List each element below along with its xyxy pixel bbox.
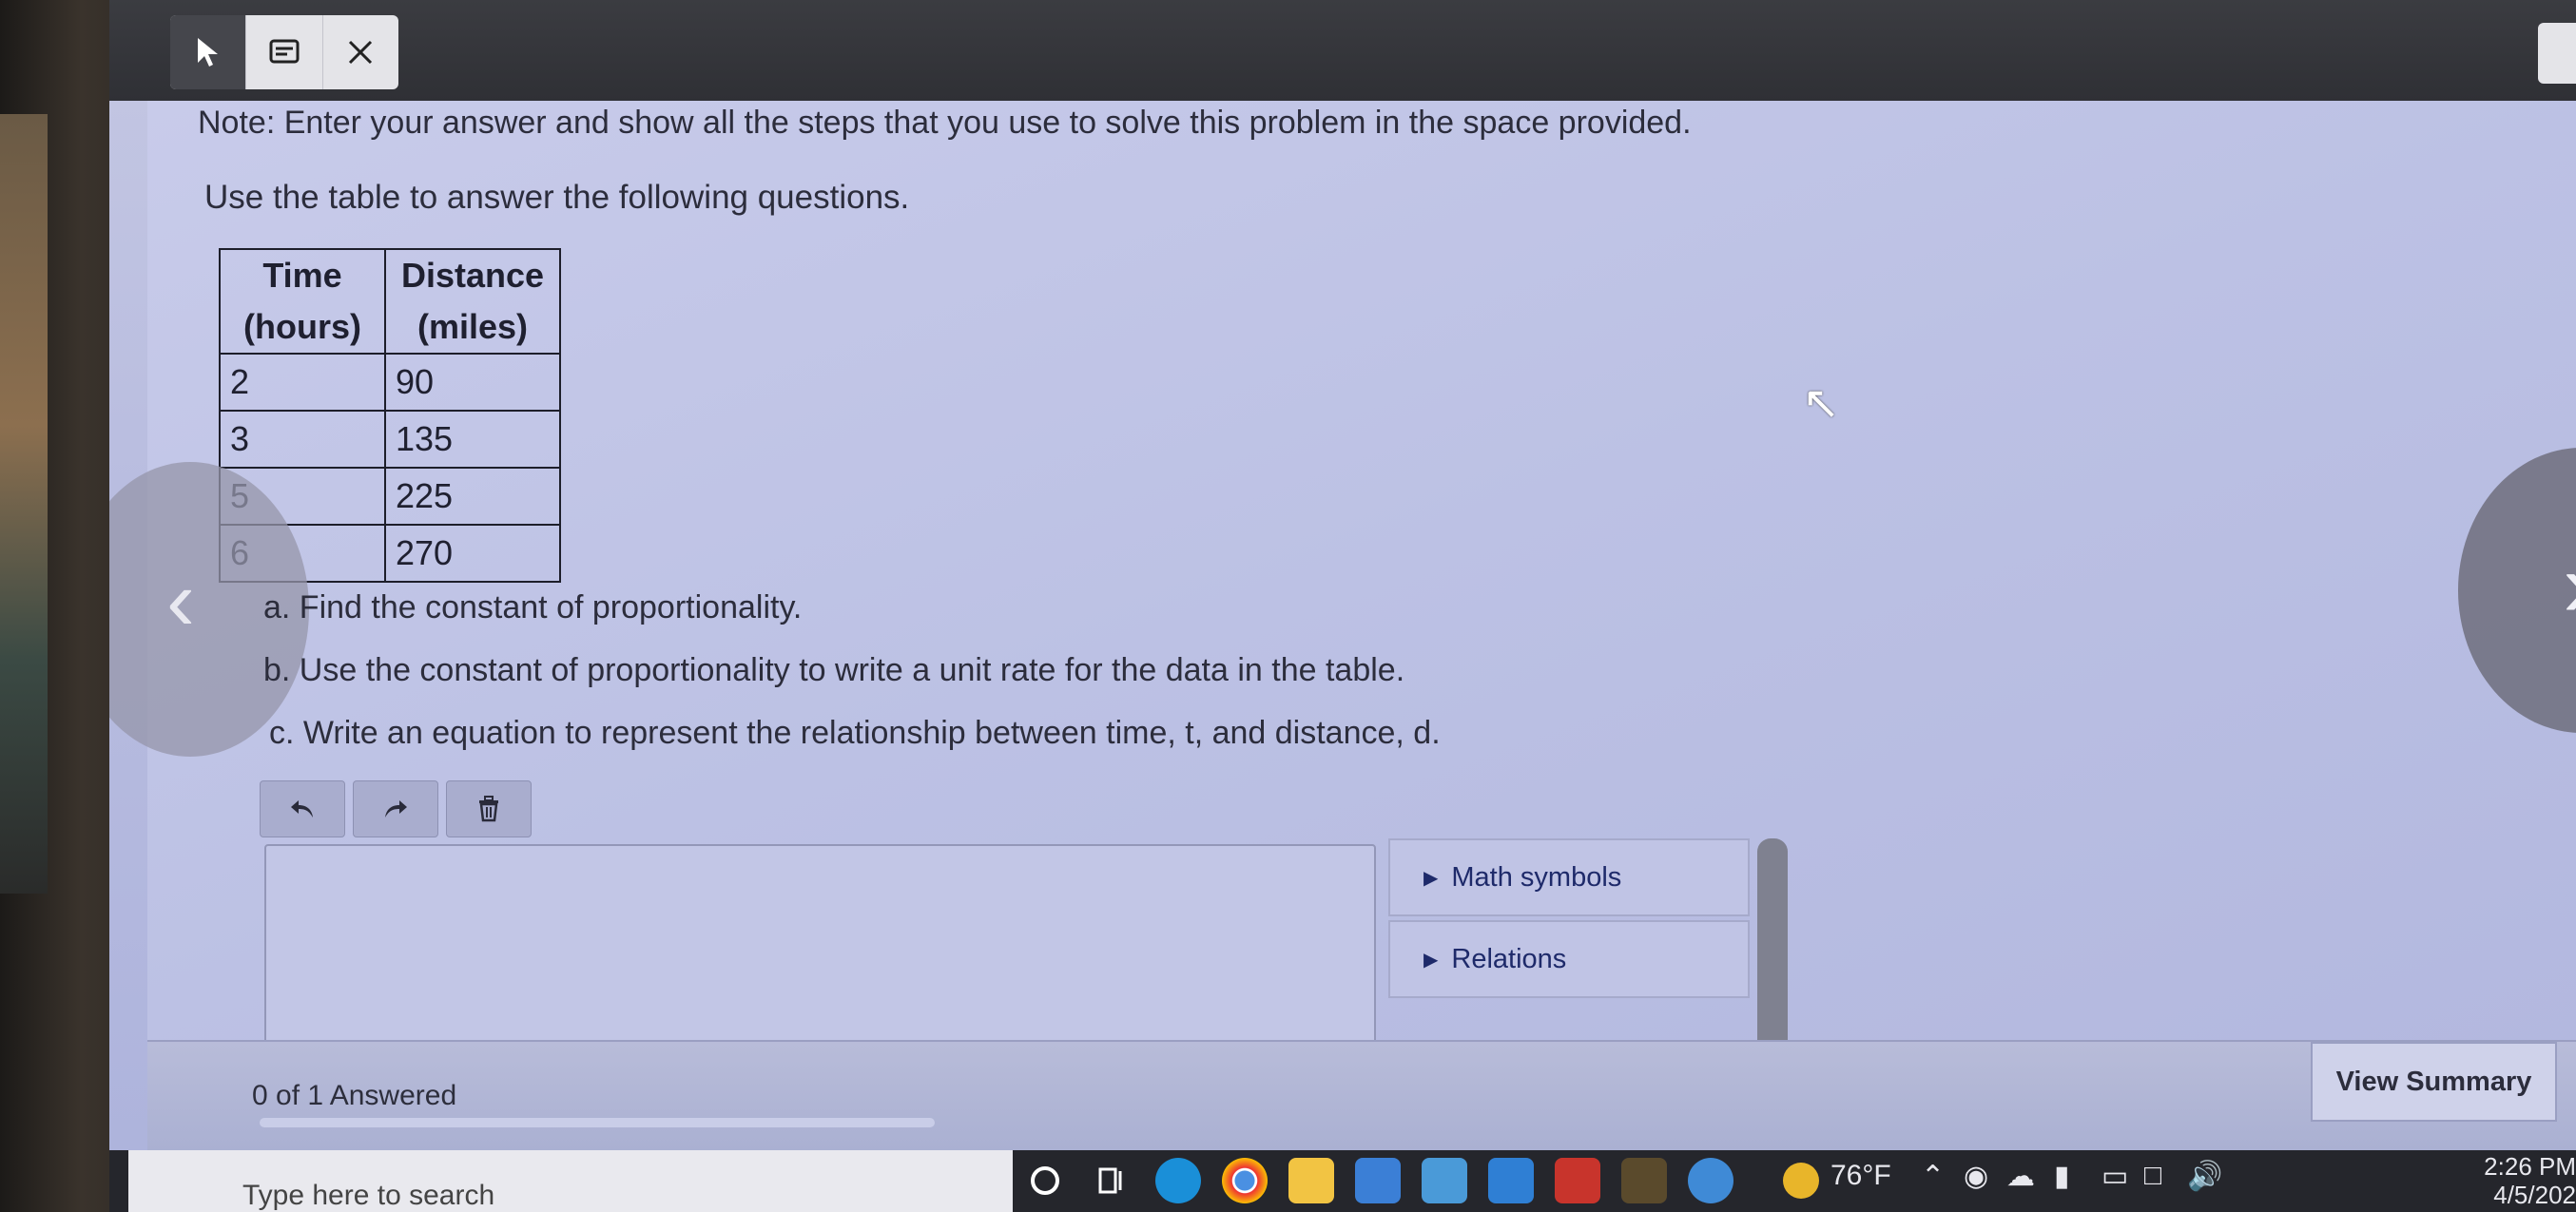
edge-icon[interactable] [1155, 1158, 1201, 1203]
triangle-right-icon: ▶ [1424, 867, 1439, 889]
table-cell: 135 [384, 410, 561, 469]
editor-toolbar [260, 780, 532, 837]
chrome-icon[interactable] [1222, 1158, 1268, 1203]
chevron-left-icon: ‹ [166, 553, 195, 648]
notes-icon [269, 39, 300, 64]
cortana-icon[interactable] [1022, 1158, 1068, 1203]
volume-icon[interactable]: 🔊 [2187, 1160, 2222, 1193]
answered-count: 0 of 1 Answered [252, 1080, 457, 1111]
task-view-icon[interactable] [1089, 1158, 1134, 1203]
next-question-button[interactable]: › [2458, 448, 2576, 733]
office-icon[interactable] [1422, 1158, 1467, 1203]
search-app-icon[interactable] [1688, 1158, 1733, 1203]
store-icon[interactable] [1355, 1158, 1401, 1203]
weather-icon[interactable] [1783, 1163, 1819, 1199]
table-header-distance: Distance (miles) [384, 248, 561, 355]
clock-date: 4/5/202 [2493, 1181, 2576, 1209]
relations-panel-toggle[interactable]: ▶ Relations [1388, 920, 1750, 998]
table-header-time: Time (hours) [219, 248, 386, 355]
pointer-tool-button[interactable] [170, 15, 247, 89]
question-part-b: b. Use the constant of proportionality t… [263, 652, 1405, 688]
mouse-cursor-icon: ↖ [1802, 378, 1841, 429]
redo-button[interactable] [353, 780, 438, 837]
question-part-c: c. Write an equation to represent the re… [269, 715, 1441, 751]
table-header-row: Time (hours) Distance (miles) [219, 248, 561, 355]
redo-icon [385, 800, 407, 818]
table-cell: 225 [384, 467, 561, 526]
footer-bar: 0 of 1 Answered View Summary [147, 1040, 2576, 1152]
question-area: Note: Enter your answer and show all the… [109, 101, 2576, 1067]
app-icon[interactable] [1621, 1158, 1667, 1203]
taskbar-clock[interactable]: 2:26 PM 4/5/202 [2462, 1152, 2576, 1209]
onedrive-icon[interactable]: ☁ [2006, 1160, 2035, 1193]
undo-button[interactable] [260, 780, 345, 837]
answer-input-area[interactable] [264, 844, 1376, 1067]
wd-icon[interactable]: ▮ [2054, 1160, 2070, 1193]
notes-tool-button[interactable] [246, 15, 323, 89]
trash-icon [479, 796, 498, 822]
screen: Note: Enter your answer and show all the… [109, 0, 2576, 1212]
question-part-a: a. Find the constant of proportionality. [263, 589, 803, 625]
chevron-right-icon: › [2563, 533, 2576, 638]
tool-group [170, 15, 398, 89]
symbol-panel-scrollbar[interactable] [1757, 838, 1788, 1067]
symbol-panel: ▶ Math symbols ▶ Relations [1388, 838, 1750, 1002]
meet-now-icon[interactable]: ◉ [1964, 1160, 1988, 1193]
file-explorer-icon[interactable] [1288, 1158, 1334, 1203]
windows-taskbar: Type here to search 76°F ⌃ ◉ ☁ ▮ ▭ □ 🔊 2… [109, 1150, 2576, 1212]
pointer-icon [197, 38, 218, 67]
delete-button[interactable] [446, 780, 532, 837]
undo-icon [291, 800, 313, 818]
top-toolbar [109, 0, 2576, 101]
mail-icon[interactable] [1488, 1158, 1534, 1203]
close-icon [349, 40, 373, 65]
app-icon[interactable] [1555, 1158, 1600, 1203]
table-cell: 3 [219, 410, 386, 469]
question-intro: Use the table to answer the following qu… [204, 179, 910, 216]
triangle-right-icon: ▶ [1424, 949, 1439, 971]
background-wall [0, 114, 48, 894]
topbar-right-button[interactable] [2538, 23, 2576, 84]
network-icon[interactable]: □ [2144, 1160, 2161, 1192]
view-summary-button[interactable]: View Summary [2311, 1042, 2557, 1122]
table-row: 2 90 [219, 353, 561, 412]
table-cell: 90 [384, 353, 561, 412]
taskbar-search-input[interactable]: Type here to search [128, 1150, 1013, 1212]
math-symbols-panel-toggle[interactable]: ▶ Math symbols [1388, 838, 1750, 916]
panel-label: Math symbols [1451, 861, 1622, 893]
clock-time: 2:26 PM [2484, 1152, 2576, 1181]
chevron-up-icon[interactable]: ⌃ [1921, 1160, 1945, 1193]
battery-icon[interactable]: ▭ [2101, 1160, 2128, 1193]
table-row: 3 135 [219, 410, 561, 469]
table-cell: 270 [384, 524, 561, 583]
panel-label: Relations [1451, 943, 1567, 974]
close-tool-button[interactable] [323, 15, 398, 89]
weather-temperature[interactable]: 76°F [1830, 1160, 1891, 1192]
progress-bar [260, 1118, 935, 1127]
table-cell: 2 [219, 353, 386, 412]
instruction-note: Note: Enter your answer and show all the… [198, 105, 1692, 141]
